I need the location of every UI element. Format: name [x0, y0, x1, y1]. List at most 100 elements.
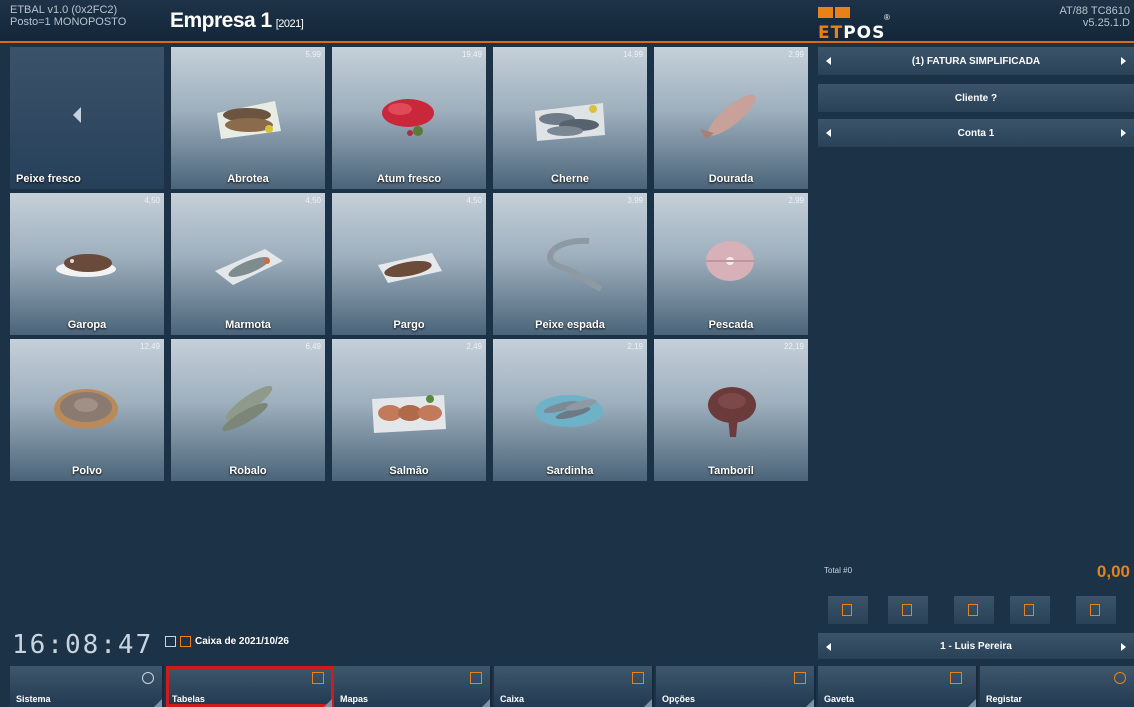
category-label: Peixe fresco: [16, 173, 81, 185]
product-price: 2,99: [788, 196, 804, 205]
product-price: 6,49: [305, 342, 321, 351]
etpos-logo: ETPOS ®: [818, 7, 890, 43]
product-price: 19,49: [461, 50, 482, 59]
product-price: 2,19: [627, 342, 643, 351]
product-tile[interactable]: 3,99 Peixe espada: [493, 193, 647, 335]
product-name: Sardinha: [546, 465, 594, 477]
fish-image: [217, 101, 281, 139]
product-tile[interactable]: 6,49 Robalo: [171, 339, 325, 481]
product-tile[interactable]: 4,50 Marmota: [171, 193, 325, 335]
total-display: Total #0 0,00: [818, 560, 1134, 586]
category-back-button[interactable]: Peixe fresco: [10, 47, 164, 189]
account-selector[interactable]: Conta 1: [818, 119, 1134, 147]
product-tile[interactable]: 22,19 Tamboril: [654, 339, 808, 481]
opcoes-button[interactable]: Opções: [656, 666, 816, 707]
product-name: Salmão: [389, 465, 429, 477]
mapas-label: Mapas: [340, 694, 369, 704]
product-price: 14,99: [622, 50, 643, 59]
software-version: v5.25.1.D: [1082, 17, 1130, 29]
operator-label: 1 - Luis Pereira: [940, 640, 1012, 652]
product-name: Peixe espada: [535, 319, 605, 331]
product-tile[interactable]: 2,99 Pescada: [654, 193, 808, 335]
chevron-right-icon[interactable]: [1121, 57, 1126, 65]
sistema-button[interactable]: Sistema: [10, 666, 164, 707]
edit-document-button[interactable]: [888, 596, 928, 624]
document-view-button[interactable]: [828, 596, 868, 624]
chevron-left-icon[interactable]: [826, 643, 831, 651]
product-tile[interactable]: 14,99 Cherne: [493, 47, 647, 189]
monitor-icon: [165, 636, 176, 647]
cancel-document-icon: [968, 604, 978, 616]
product-price: 3,99: [627, 196, 643, 205]
product-price: 4,50: [466, 196, 482, 205]
register-icon: [180, 636, 191, 647]
product-tile[interactable]: 12,49 Polvo: [10, 339, 164, 481]
company-name: Empresa 1: [170, 9, 272, 32]
registar-button[interactable]: Registar: [980, 666, 1134, 707]
user-key-icon: [1114, 672, 1126, 684]
chevron-left-icon[interactable]: [826, 57, 831, 65]
sistema-label: Sistema: [16, 694, 51, 704]
version-info: AT/88 TC8610 v5.25.1.D: [1059, 5, 1130, 29]
fish-image: [535, 103, 605, 141]
print-button[interactable]: [1010, 596, 1050, 624]
product-name: Abrotea: [227, 173, 269, 185]
terminal-label: AT/88 TC8610: [1059, 5, 1130, 17]
company-title: Empresa 1 [2021]: [170, 9, 304, 33]
operator-selector[interactable]: 1 - Luis Pereira: [818, 633, 1134, 659]
company-year: [2021]: [275, 18, 304, 30]
cash-register-icon: [632, 672, 644, 684]
product-name: Tamboril: [708, 465, 754, 477]
chevron-right-icon[interactable]: [1121, 643, 1126, 651]
document-type-label: (1) FATURA SIMPLIFICADA: [911, 55, 1041, 67]
fish-image: [222, 385, 273, 431]
account-label: Conta 1: [957, 127, 995, 139]
product-name: Cherne: [551, 173, 589, 185]
gear-icon: [142, 672, 154, 684]
gaveta-button[interactable]: Gaveta: [818, 666, 978, 707]
product-tile[interactable]: 2,99 Dourada: [654, 47, 808, 189]
product-tile[interactable]: 4,50 Garopa: [10, 193, 164, 335]
app-version-label: ETBAL v1.0 (0x2FC2): [10, 4, 118, 16]
document-type-selector[interactable]: (1) FATURA SIMPLIFICADA: [818, 47, 1134, 75]
product-name: Pescada: [708, 319, 754, 331]
product-price: 4,50: [144, 196, 160, 205]
logo-text: ETPOS: [818, 23, 886, 43]
caixa-button[interactable]: Caixa: [494, 666, 654, 707]
product-name: Robalo: [229, 465, 267, 477]
fish-image: [56, 254, 116, 277]
registar-label: Registar: [986, 694, 1023, 704]
product-price: 5,99: [305, 50, 321, 59]
mapas-button[interactable]: Mapas: [334, 666, 492, 707]
product-tile[interactable]: 2,19 Sardinha: [493, 339, 647, 481]
product-name: Garopa: [67, 319, 107, 331]
chevron-left-icon[interactable]: [826, 129, 831, 137]
export-document-button[interactable]: [1076, 596, 1116, 624]
product-tile[interactable]: 4,50 Pargo: [332, 193, 486, 335]
document-icon: [842, 604, 852, 616]
tabelas-button[interactable]: Tabelas: [166, 666, 334, 707]
product-tile[interactable]: 2,49 Salmão: [332, 339, 486, 481]
cancel-document-button[interactable]: [954, 596, 994, 624]
drawer-icon: [950, 672, 962, 684]
printer-icon: [1024, 604, 1034, 616]
monkfish-image: [708, 387, 756, 437]
product-price: 4,50: [305, 196, 321, 205]
fish-steak-image: [706, 241, 754, 281]
top-bar: ETBAL v1.0 (0x2FC2) Posto=1 MONOPOSTO Em…: [0, 0, 1134, 43]
station-label: Posto=1 MONOPOSTO: [10, 16, 127, 28]
caixa-date-label: Caixa de 2021/10/26: [195, 636, 289, 647]
document-lines-area[interactable]: [818, 155, 1134, 555]
chevron-right-icon[interactable]: [1121, 129, 1126, 137]
sardines-image: [535, 395, 603, 427]
edit-document-icon: [902, 604, 912, 616]
fish-image: [547, 237, 603, 291]
caixa-label: Caixa: [500, 694, 525, 704]
app-info: ETBAL v1.0 (0x2FC2) Posto=1 MONOPOSTO: [10, 4, 126, 28]
product-tile[interactable]: 5,99 Abrotea: [171, 47, 325, 189]
client-button[interactable]: Cliente ?: [818, 84, 1134, 112]
copy-icon: [470, 672, 482, 684]
fish-image: [215, 249, 283, 285]
opcoes-label: Opções: [662, 694, 696, 704]
product-tile[interactable]: 19,49 Atum fresco: [332, 47, 486, 189]
